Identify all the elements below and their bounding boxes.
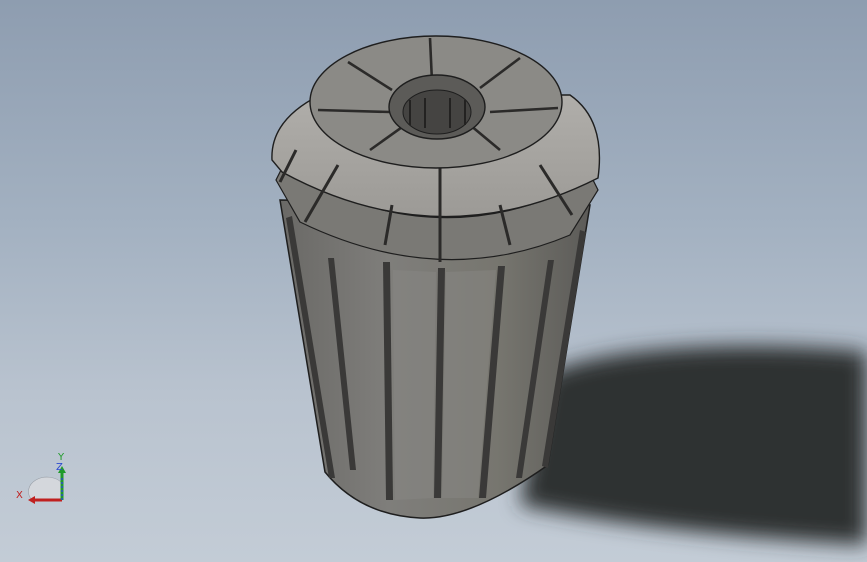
x-axis-label: X — [16, 490, 23, 501]
axis-triad[interactable]: X Y Z — [12, 450, 72, 505]
model-shadow — [520, 345, 867, 545]
3d-viewport[interactable]: X Y Z — [0, 0, 867, 562]
collet-model[interactable] — [0, 0, 867, 562]
collet-bore-inner — [402, 89, 472, 135]
z-axis-label: Z — [56, 462, 63, 473]
triad-base-icon — [28, 476, 63, 501]
